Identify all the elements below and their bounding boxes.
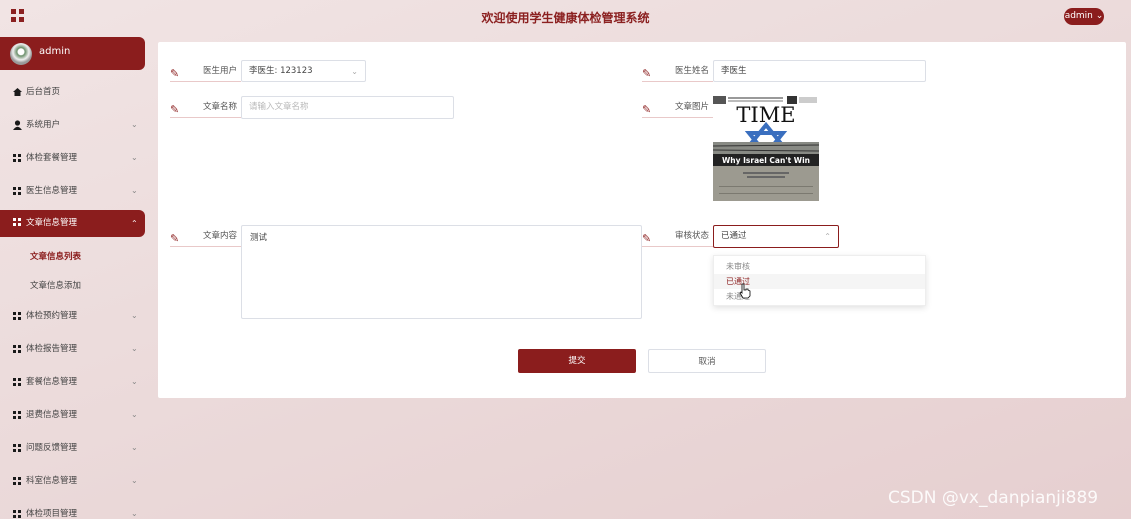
pen-icon: ✎ [642,232,652,245]
pen-icon: ✎ [170,232,180,245]
sidebar-item-feedback[interactable]: 问题反馈管理 ⌄ [0,436,145,460]
sidebar-user-header: admin [0,37,145,70]
user-menu-label: admin [1064,11,1093,21]
doctor-name-value: 李医生 [721,66,747,76]
sidebar: admin 后台首页 系统用户 ⌄ 体检套餐管理 ⌄ 医生信息管理 ⌄ 文章信息… [0,36,146,519]
watermark: CSDN @vx_danpianji889 [888,488,1099,508]
sidebar-item-doctors[interactable]: 医生信息管理 ⌄ [0,179,145,203]
dropdown-option-unreviewed[interactable]: 未审核 [714,259,925,274]
doctor-name-label: ✎ 医生姓名 [642,60,713,82]
grid-icon [13,411,21,419]
sidebar-item-label: 体检项目管理 [26,509,78,519]
sidebar-item-exam-packages[interactable]: 体检套餐管理 ⌄ [0,146,145,170]
article-content-label: ✎ 文章内容 [170,225,241,247]
pen-icon: ✎ [642,103,652,116]
doctor-user-label: ✎ 医生用户 [170,60,241,82]
sidebar-subitem-article-list[interactable]: 文章信息列表 [30,250,81,262]
grid-icon [13,187,21,195]
article-name-input[interactable]: 请输入文章名称 [241,96,454,119]
sidebar-item-home[interactable]: 后台首页 [0,80,145,104]
doctor-user-select[interactable]: 李医生: 123123 ⌄ [241,60,366,82]
review-status-select[interactable]: 已通过 ⌃ [713,225,839,248]
sidebar-item-reports[interactable]: 体检报告管理 ⌄ [0,337,145,361]
sidebar-username: admin [39,46,71,57]
submit-button[interactable]: 提交 [518,349,636,373]
chevron-down-icon: ⌄ [131,344,138,353]
pen-icon: ✎ [170,67,180,80]
sidebar-item-refunds[interactable]: 退费信息管理 ⌄ [0,403,145,427]
avatar [10,43,32,65]
user-menu-button[interactable]: admin ⌄ [1064,8,1104,25]
article-content-value: 测试 [250,233,268,243]
chevron-down-icon: ⌄ [351,67,358,76]
pen-icon: ✎ [170,103,180,116]
pen-icon: ✎ [642,67,652,80]
chevron-down-icon: ⌄ [131,153,138,162]
cover-headline: Why Israel Can't Win [722,156,810,165]
top-bar: 欢迎使用学生健康体检管理系统 admin ⌄ [0,0,1131,34]
review-status-label: ✎ 审核状态 [642,225,713,247]
grid-icon [13,378,21,386]
magazine-cover-illustration: TIME Why Israel Can't Win [713,96,819,201]
sidebar-item-label: 后台首页 [26,87,61,97]
sidebar-item-label: 问题反馈管理 [26,443,78,453]
doctor-user-value: 李医生: 123123 [249,66,313,76]
doctor-name-input[interactable]: 李医生 [713,60,926,82]
chevron-down-icon: ⌄ [131,311,138,320]
chevron-down-icon: ⌄ [131,476,138,485]
sidebar-item-label: 科室信息管理 [26,476,78,486]
article-content-textarea[interactable]: 测试 [241,225,642,319]
cancel-button[interactable]: 取消 [648,349,766,373]
sidebar-item-label: 体检套餐管理 [26,153,78,163]
sidebar-item-exam-items[interactable]: 体检项目管理 ⌄ [0,502,145,519]
chevron-down-icon: ⌄ [131,186,138,195]
article-name-placeholder: 请输入文章名称 [249,102,309,112]
article-image-label: ✎ 文章图片 [642,96,713,118]
sidebar-item-label: 体检报告管理 [26,344,78,354]
article-name-label: ✎ 文章名称 [170,96,241,118]
chevron-down-icon: ⌄ [131,377,138,386]
app-title: 欢迎使用学生健康体检管理系统 [481,11,650,25]
sidebar-item-departments[interactable]: 科室信息管理 ⌄ [0,469,145,493]
sidebar-item-label: 医生信息管理 [26,186,78,196]
chevron-down-icon: ⌄ [1092,11,1104,21]
grid-icon [13,154,21,162]
sidebar-item-label: 套餐信息管理 [26,377,78,387]
chevron-up-icon: ⌃ [131,219,138,228]
home-icon [13,88,22,96]
grid-icon [13,444,21,452]
hand-cursor-icon [739,283,751,299]
sidebar-item-articles[interactable]: 文章信息管理 ⌃ [0,210,145,237]
sidebar-item-label: 退费信息管理 [26,410,78,420]
grid-icon [13,312,21,320]
article-cover-image[interactable]: TIME Why Israel Can't Win [713,96,819,201]
user-icon [13,120,22,130]
sidebar-item-label: 体检预约管理 [26,311,78,321]
sidebar-item-system-users[interactable]: 系统用户 ⌄ [0,113,145,137]
sidebar-item-label: 系统用户 [26,120,61,130]
grid-icon [13,477,21,485]
chevron-down-icon: ⌄ [131,120,138,129]
chevron-up-icon: ⌃ [824,232,831,241]
grid-icon [13,345,21,353]
grid-icon [13,510,21,518]
sidebar-item-package-info[interactable]: 套餐信息管理 ⌄ [0,370,145,394]
review-status-value: 已通过 [721,231,747,241]
chevron-down-icon: ⌄ [131,410,138,419]
chevron-down-icon: ⌄ [131,443,138,452]
sidebar-item-appointments[interactable]: 体检预约管理 ⌄ [0,304,145,328]
grid-icon [13,218,21,226]
chevron-down-icon: ⌄ [131,509,138,518]
sidebar-subitem-article-add[interactable]: 文章信息添加 [30,279,81,291]
sidebar-item-label: 文章信息管理 [26,218,78,228]
